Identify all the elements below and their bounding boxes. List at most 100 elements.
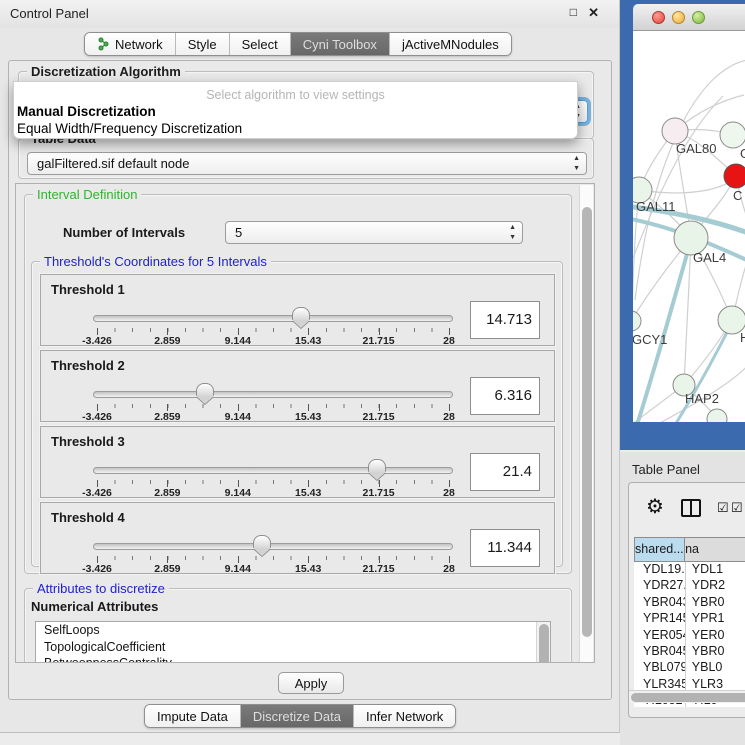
slider-thumb[interactable] <box>253 535 271 556</box>
minimize-traffic-light-icon[interactable] <box>672 11 685 24</box>
node-top-right[interactable] <box>720 122 745 148</box>
threshold-1-panel: Threshold 1 -3.426 2.859 9.1 <box>40 274 555 346</box>
threshold-2-label: Threshold 2 <box>51 358 125 373</box>
list-item[interactable]: BetweennessCentrality <box>36 655 550 663</box>
threshold-2-slider[interactable]: -3.426 2.859 9.144 15.43 21.715 28 <box>93 389 453 423</box>
num-intervals-value: 5 <box>235 225 242 240</box>
node-label-gal11: GAL11 <box>636 199 676 214</box>
table-row[interactable]: YPR145WYPR1 <box>634 611 745 627</box>
close-icon[interactable]: ✕ <box>588 5 599 21</box>
slider-thumb[interactable] <box>292 307 310 328</box>
tick-labels: -3.426 2.859 9.144 15.43 21.715 28 <box>97 335 449 347</box>
threshold-1-slider[interactable]: -3.426 2.859 9.144 15.43 21.715 28 <box>93 313 453 347</box>
slider-track[interactable] <box>93 543 453 550</box>
split-pane-icon[interactable] <box>681 499 701 517</box>
zoom-traffic-light-icon[interactable] <box>692 11 705 24</box>
numerical-attributes-list[interactable]: SelfLoops TopologicalCoefficient Between… <box>35 621 551 663</box>
combo-arrows-icon: ▲▼ <box>509 223 516 243</box>
network-window: GAL80 GA C GAL11 GAL4 GCY1 H HAP2 <box>620 0 745 450</box>
cyni-toolbox-panel: Discretization Algorithm ▲▼ Table Data g… <box>8 60 612 700</box>
list-item[interactable]: TopologicalCoefficient <box>36 639 550 656</box>
checkbox-icon[interactable]: ☑ <box>731 500 743 516</box>
threshold-4-slider[interactable]: -3.426 2.859 9.144 15.43 21.715 28 <box>93 541 453 575</box>
list-scrollbar[interactable] <box>536 622 550 663</box>
list-item[interactable]: SelfLoops <box>36 622 550 639</box>
gear-icon[interactable]: ⚙ <box>646 495 664 519</box>
combo-arrows-icon: ▲▼ <box>573 154 580 174</box>
right-region: GAL80 GA C GAL11 GAL4 GCY1 H HAP2 Table … <box>620 0 745 745</box>
threshold-4-value-field[interactable]: 11.344 <box>470 529 540 567</box>
popup-hint: Select algorithm to view settings <box>14 88 577 102</box>
threshold-2-value-field[interactable]: 6.316 <box>470 377 540 415</box>
table-row[interactable]: YBR045CYBR0 <box>634 644 745 660</box>
tab-style-label: Style <box>188 37 217 52</box>
panel-title: Control Panel <box>10 6 89 21</box>
settings-scrollbar-thumb[interactable] <box>582 207 592 637</box>
table-row[interactable]: YBL079WYBL0 <box>634 660 745 676</box>
node-label-ga: GA <box>740 146 745 161</box>
threshold-3-slider[interactable]: -3.426 2.859 9.144 15.43 21.715 28 <box>93 465 453 499</box>
table-row[interactable]: YDR27...YDR2 <box>634 578 745 594</box>
table-row[interactable]: YER054CYER0 <box>634 628 745 644</box>
table-panel: Table Panel ⚙ ☑ ☑ shared... na YDL19...Y… <box>620 452 745 745</box>
threshold-3-panel: Threshold 3 -3.426 2.859 9.1 <box>40 426 555 498</box>
network-canvas[interactable]: GAL80 GA C GAL11 GAL4 GCY1 H HAP2 <box>633 31 745 422</box>
tab-impute-data-label: Impute Data <box>157 709 228 724</box>
node-table: shared... na YDL19...YDL1 YDR27...YDR2 Y… <box>634 537 745 707</box>
slider-track[interactable] <box>93 315 453 322</box>
node-gcy1[interactable] <box>633 311 641 331</box>
thresholds-groupbox: Threshold's Coordinates for 5 Intervals … <box>31 261 563 567</box>
tab-discretize-data[interactable]: Discretize Data <box>241 705 354 727</box>
tab-infer-network[interactable]: Infer Network <box>354 705 455 727</box>
slider-thumb[interactable] <box>196 383 214 404</box>
attributes-groupbox: Attributes to discretize Numerical Attri… <box>24 588 572 663</box>
tab-network[interactable]: Network <box>85 33 176 55</box>
thresholds-group-title: Threshold's Coordinates for 5 Intervals <box>40 254 271 269</box>
tab-network-label: Network <box>115 37 163 52</box>
table-horizontal-scrollbar[interactable] <box>629 690 745 703</box>
tick-labels: -3.426 2.859 9.144 15.43 21.715 28 <box>97 487 449 499</box>
node-label-hap2: HAP2 <box>685 391 719 406</box>
node-label-gal4: GAL4 <box>693 250 726 265</box>
node-label-c: C <box>733 188 742 203</box>
num-intervals-label: Number of Intervals <box>63 225 185 240</box>
threshold-3-value-field[interactable]: 21.4 <box>470 453 540 491</box>
column-header-name[interactable]: na <box>685 538 745 561</box>
tab-impute-data[interactable]: Impute Data <box>145 705 241 727</box>
num-intervals-combobox[interactable]: 5 ▲▼ <box>225 221 523 244</box>
tab-style[interactable]: Style <box>176 33 230 55</box>
apply-button[interactable]: Apply <box>278 672 344 694</box>
table-panel-title: Table Panel <box>632 462 700 477</box>
slider-thumb[interactable] <box>368 459 386 480</box>
tab-select[interactable]: Select <box>230 33 291 55</box>
checkbox-icon[interactable]: ☑ <box>717 500 729 516</box>
close-traffic-light-icon[interactable] <box>652 11 665 24</box>
network-window-titlebar[interactable] <box>633 4 745 31</box>
column-header-shared-name[interactable]: shared... <box>635 538 685 561</box>
settings-scrollbar[interactable] <box>579 185 593 663</box>
popup-option-manual-discretization[interactable]: Manual Discretization <box>17 104 156 119</box>
control-panel-titlebar: Control Panel □ ✕ <box>0 0 619 28</box>
slider-track[interactable] <box>93 391 453 398</box>
top-tab-bar: Network Style Select Cyni Toolbox jActiv… <box>84 32 512 56</box>
table-row[interactable]: YBR043CYBR0 <box>634 595 745 611</box>
threshold-4-panel: Threshold 4 -3.426 2.859 9.1 <box>40 502 555 574</box>
tab-jactivemnodules-label: jActiveMNodules <box>402 37 499 52</box>
table-data-combobox[interactable]: galFiltered.sif default node ▲▼ <box>27 152 587 175</box>
list-scrollbar-thumb[interactable] <box>539 624 549 663</box>
slider-track[interactable] <box>93 467 453 474</box>
threshold-4-label: Threshold 4 <box>51 510 125 525</box>
interval-definition-groupbox: Interval Definition Number of Intervals … <box>24 194 572 574</box>
node-red-selected[interactable] <box>724 164 745 188</box>
popup-option-equal-width-frequency[interactable]: Equal Width/Frequency Discretization <box>17 121 242 136</box>
table-horizontal-scrollbar-thumb[interactable] <box>631 693 745 702</box>
float-window-icon[interactable]: □ <box>570 5 577 19</box>
tab-jactivemnodules[interactable]: jActiveMNodules <box>390 33 511 55</box>
control-panel: Control Panel □ ✕ Network Style Select C… <box>0 0 620 733</box>
tab-cyni-toolbox[interactable]: Cyni Toolbox <box>291 33 390 55</box>
threshold-1-value-field[interactable]: 14.713 <box>470 301 540 339</box>
tick-labels: -3.426 2.859 9.144 15.43 21.715 28 <box>97 411 449 423</box>
tab-select-label: Select <box>242 37 278 52</box>
table-row[interactable]: YDL19...YDL1 <box>634 562 745 578</box>
tick-marks <box>97 404 449 411</box>
